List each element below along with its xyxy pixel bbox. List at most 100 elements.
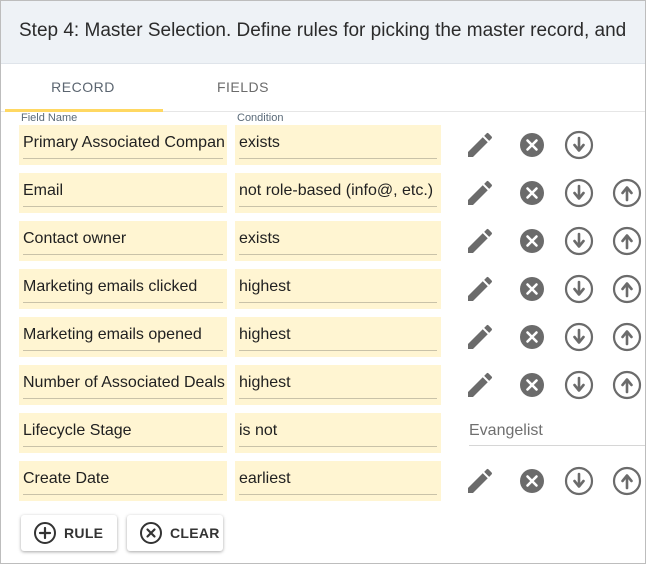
edit-rule-button[interactable] [464, 465, 496, 497]
condition-select[interactable]: highest [235, 365, 441, 405]
move-down-button[interactable] [563, 465, 595, 497]
field-name-text: Contact owner [23, 230, 127, 247]
rule-row: Create Date earliest [1, 461, 645, 501]
field-name-column-label: Field Name [21, 112, 78, 124]
add-rule-label: RULE [64, 525, 104, 541]
field-name-text: Email [23, 182, 64, 199]
condition-text: earliest [239, 470, 291, 487]
pencil-icon [468, 468, 493, 493]
arrow-down-circle-icon [564, 370, 594, 400]
field-name-text: Lifecycle Stage [23, 422, 132, 439]
condition-column-label: Condition [237, 112, 284, 124]
condition-select[interactable]: is not [235, 413, 441, 453]
tab-fields[interactable]: FIELDS [163, 63, 323, 111]
value-input[interactable]: Evangelist [469, 422, 543, 440]
rule-row: Email not role-based (info@, etc.) [1, 173, 645, 213]
condition-select[interactable]: highest [235, 317, 441, 357]
arrow-up-circle-icon [612, 178, 642, 208]
move-down-button[interactable] [563, 129, 595, 161]
remove-circle-icon [520, 373, 544, 397]
field-underline [23, 350, 223, 351]
add-rule-button[interactable]: RULE [21, 515, 117, 551]
condition-underline [239, 206, 437, 207]
clear-rules-label: CLEAR [170, 525, 220, 541]
field-name-input[interactable]: Primary Associated Company [19, 125, 227, 165]
remove-rule-button[interactable] [516, 273, 548, 305]
step-header: Step 4: Master Selection. Define rules f… [1, 1, 645, 64]
arrow-up-circle-icon [612, 370, 642, 400]
field-name-input[interactable]: Contact owner [19, 221, 227, 261]
remove-circle-icon [520, 469, 544, 493]
rule-row: Contact owner exists [1, 221, 645, 261]
move-up-button[interactable] [611, 369, 643, 401]
condition-text: exists [239, 230, 280, 247]
move-up-button[interactable] [611, 177, 643, 209]
field-name-text: Create Date [23, 470, 110, 487]
edit-rule-button[interactable] [464, 273, 496, 305]
condition-select[interactable]: earliest [235, 461, 441, 501]
tab-record[interactable]: RECORD [3, 63, 163, 112]
clear-rules-button[interactable]: CLEAR [127, 515, 223, 551]
condition-text: highest [239, 278, 291, 295]
remove-rule-button[interactable] [516, 465, 548, 497]
remove-rule-button[interactable] [516, 177, 548, 209]
pencil-icon [468, 180, 493, 205]
condition-select[interactable]: exists [235, 125, 441, 165]
pencil-icon [468, 228, 493, 253]
move-down-button[interactable] [563, 321, 595, 353]
pencil-icon [468, 324, 493, 349]
arrow-down-circle-icon [564, 130, 594, 160]
condition-select[interactable]: highest [235, 269, 441, 309]
condition-select[interactable]: not role-based (info@, etc.) [235, 173, 441, 213]
value-underline [469, 445, 645, 446]
pencil-icon [468, 276, 493, 301]
edit-rule-button[interactable] [464, 225, 496, 257]
field-underline [23, 446, 223, 447]
field-name-input[interactable]: Email [19, 173, 227, 213]
remove-circle-icon [520, 133, 544, 157]
edit-rule-button[interactable] [464, 321, 496, 353]
move-down-button[interactable] [563, 225, 595, 257]
move-up-button[interactable] [611, 321, 643, 353]
remove-rule-button[interactable] [516, 225, 548, 257]
field-name-text: Marketing emails clicked [23, 278, 198, 295]
arrow-up-circle-icon [612, 226, 642, 256]
field-underline [23, 494, 223, 495]
field-underline [23, 398, 223, 399]
remove-circle-icon [520, 325, 544, 349]
arrow-down-circle-icon [564, 322, 594, 352]
edit-rule-button[interactable] [464, 369, 496, 401]
condition-text: not role-based (info@, etc.) [239, 182, 434, 199]
field-name-input[interactable]: Lifecycle Stage [19, 413, 227, 453]
field-underline [23, 158, 223, 159]
remove-rule-button[interactable] [516, 321, 548, 353]
field-name-text: Primary Associated Company [23, 134, 225, 151]
move-up-button[interactable] [611, 465, 643, 497]
move-down-button[interactable] [563, 369, 595, 401]
move-down-button[interactable] [563, 273, 595, 305]
field-name-text: Number of Associated Deals [23, 374, 225, 391]
condition-underline [239, 302, 437, 303]
remove-circle-icon [520, 229, 544, 253]
cancel-circle-icon [140, 522, 162, 544]
tab-bar: RECORD FIELDS [1, 63, 645, 112]
field-underline [23, 206, 223, 207]
move-up-button[interactable] [611, 225, 643, 257]
field-name-input[interactable]: Marketing emails opened [19, 317, 227, 357]
rule-row: Primary Associated Company exists [1, 125, 645, 165]
edit-rule-button[interactable] [464, 177, 496, 209]
edit-rule-button[interactable] [464, 129, 496, 161]
remove-rule-button[interactable] [516, 369, 548, 401]
move-down-button[interactable] [563, 177, 595, 209]
move-up-button[interactable] [611, 273, 643, 305]
condition-text: is not [239, 422, 278, 439]
rule-row: Marketing emails clicked highest [1, 269, 645, 309]
arrow-down-circle-icon [564, 226, 594, 256]
field-name-input[interactable]: Number of Associated Deals [19, 365, 227, 405]
field-name-input[interactable]: Marketing emails clicked [19, 269, 227, 309]
field-name-input[interactable]: Create Date [19, 461, 227, 501]
condition-select[interactable]: exists [235, 221, 441, 261]
condition-text: highest [239, 326, 291, 343]
remove-rule-button[interactable] [516, 129, 548, 161]
arrow-down-circle-icon [564, 466, 594, 496]
